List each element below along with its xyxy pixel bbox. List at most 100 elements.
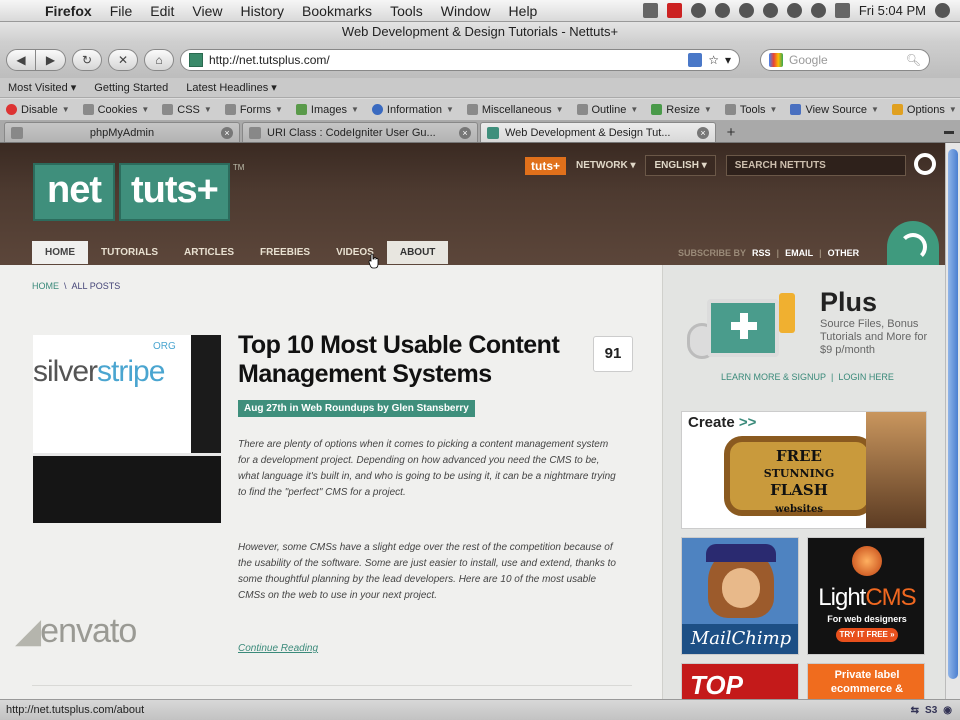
ad-top[interactable]: TOP [681, 663, 799, 699]
back-button[interactable]: ◀ [6, 49, 36, 71]
plus-link-sep: | [831, 372, 834, 382]
plus-cross-icon [731, 313, 757, 339]
tab-codeigniter[interactable]: URI Class : CodeIgniter User Gu... × [242, 122, 478, 142]
ad-mailchimp[interactable]: MailChimp [681, 537, 799, 655]
ad-private-label[interactable]: Private label ecommerce & [807, 663, 925, 699]
nav-tutorials[interactable]: TUTORIALS [88, 241, 171, 264]
tray-timemachine-icon[interactable] [738, 3, 754, 18]
status-firebug-icon[interactable]: ◉ [943, 705, 952, 716]
devtool-css[interactable]: CSS ▼ [162, 104, 212, 116]
url-dropdown-icon[interactable]: ▾ [725, 53, 731, 67]
breadcrumb-home[interactable]: HOME [32, 281, 59, 291]
menu-tools[interactable]: Tools [381, 3, 432, 19]
devtool-information[interactable]: Information ▼ [371, 104, 454, 116]
site-search-icon[interactable] [914, 153, 936, 175]
tab-list-icon[interactable]: ▬ [944, 126, 954, 137]
menu-edit[interactable]: Edit [141, 3, 183, 19]
forward-button[interactable]: ▶ [36, 49, 66, 71]
url-text[interactable]: http://net.tutsplus.com/ [209, 53, 682, 67]
bluetooth-icon[interactable] [762, 3, 778, 18]
tab-phpmyadmin[interactable]: phpMyAdmin × [4, 122, 240, 142]
network-dropdown[interactable]: NETWORK ▾ [576, 160, 635, 171]
tab-title: Web Development & Design Tut... [505, 126, 671, 139]
wifi-icon[interactable] [786, 3, 802, 18]
tab-close-icon[interactable]: × [221, 126, 233, 139]
ad-flash-websites[interactable]: Create >> FREE STUNNING FLASH websites [681, 411, 927, 529]
tab-close-icon[interactable]: × [459, 126, 471, 139]
devtool-options[interactable]: Options ▼ [891, 104, 957, 116]
post-title[interactable]: Top 10 Most Usable Content Management Sy… [238, 331, 588, 389]
menu-window[interactable]: Window [432, 3, 500, 19]
ad1-sign: FREE STUNNING FLASH websites [724, 436, 874, 516]
nav-home[interactable]: HOME [32, 241, 88, 264]
bookmark-star-icon[interactable]: ☆ [708, 53, 719, 67]
page-scrollbar[interactable] [945, 143, 960, 699]
web-developer-toolbar: Disable ▼ Cookies ▼ CSS ▼ Forms ▼ Images ▼ In… [0, 99, 960, 121]
tray-record-icon[interactable] [666, 3, 682, 18]
comment-count-badge[interactable]: 91 [593, 336, 633, 372]
nav-about[interactable]: ABOUT [386, 241, 449, 264]
post-thumbnail[interactable]: ORG silverstripe [33, 335, 221, 523]
rss-feed-icon[interactable] [887, 221, 939, 265]
tray-sync-icon[interactable] [690, 3, 706, 18]
bookmark-latest-headlines[interactable]: Latest Headlines ▾ [186, 81, 277, 94]
devtool-resize[interactable]: Resize ▼ [651, 104, 712, 116]
tuts-network-badge[interactable]: tuts+ [525, 156, 567, 175]
spotlight-icon[interactable] [935, 3, 950, 18]
new-tab-button[interactable]: + [718, 122, 744, 142]
subscribe-email[interactable]: EMAIL [785, 248, 813, 258]
status-addon-icon[interactable]: ⇆ [911, 705, 919, 716]
rss-feed-icon[interactable] [688, 53, 703, 67]
volume-icon[interactable] [810, 3, 826, 18]
menu-file[interactable]: File [101, 3, 142, 19]
menu-view[interactable]: View [183, 3, 231, 19]
stop-button[interactable]: ✕ [108, 49, 138, 71]
plus-title[interactable]: Plus [820, 287, 877, 318]
menu-history[interactable]: History [231, 3, 293, 19]
site-search-input[interactable]: SEARCH NETTUTS [725, 155, 906, 176]
devtool-tools[interactable]: Tools ▼ [724, 104, 777, 116]
menu-app[interactable]: Firefox [36, 3, 101, 19]
devtool-view-source[interactable]: View Source ▼ [790, 104, 879, 116]
nav-freebies[interactable]: FREEBIES [247, 241, 323, 264]
ad-lightcms[interactable]: LightCMS For web designers TRY IT FREE » [807, 537, 925, 655]
url-bar[interactable]: http://net.tutsplus.com/ ☆ ▾ [180, 49, 740, 71]
nav-articles[interactable]: ARTICLES [171, 241, 247, 264]
menubar-clock[interactable]: Fri 5:04 PM [859, 3, 926, 18]
continue-reading-link[interactable]: Continue Reading [238, 643, 318, 654]
tab-close-icon[interactable]: × [697, 126, 709, 139]
tab-nettuts[interactable]: Web Development & Design Tut... × [480, 122, 716, 142]
lightcms-try-button[interactable]: TRY IT FREE » [836, 628, 898, 642]
home-button[interactable]: ⌂ [144, 49, 174, 71]
subscribe-other[interactable]: OTHER [828, 248, 860, 258]
devtool-images[interactable]: Images ▼ [295, 104, 359, 116]
tab-title: phpMyAdmin [89, 126, 155, 139]
menu-help[interactable]: Help [500, 3, 547, 19]
menu-bookmarks[interactable]: Bookmarks [293, 3, 381, 19]
devtool-cookies[interactable]: Cookies ▼ [82, 104, 149, 116]
plus-promo-icon[interactable] [687, 293, 795, 377]
nettuts-logo[interactable]: net tuts+ TM [33, 163, 244, 221]
bookmark-getting-started[interactable]: Getting Started [94, 82, 168, 94]
tray-clock-icon[interactable] [714, 3, 730, 18]
google-engine-icon[interactable] [769, 53, 783, 67]
devtool-disable[interactable]: Disable ▼ [6, 104, 70, 116]
search-magnifier-icon[interactable]: 🔍︎ [906, 53, 921, 67]
status-s3-icon[interactable]: S3 [925, 705, 937, 716]
devtool-outline[interactable]: Outline ▼ [576, 104, 638, 116]
lamp-icon [852, 546, 882, 576]
devtool-forms[interactable]: Forms ▼ [224, 104, 283, 116]
subscribe-rss[interactable]: RSS [752, 248, 771, 258]
language-dropdown[interactable]: ENGLISH ▾ [645, 155, 716, 176]
scrollbar-thumb[interactable] [948, 149, 958, 679]
battery-icon[interactable] [834, 3, 850, 18]
plus-login-link[interactable]: LOGIN HERE [838, 372, 894, 382]
tab-favicon-icon [249, 126, 261, 139]
reload-button[interactable]: ↻ [72, 49, 102, 71]
tray-app-icon[interactable] [642, 3, 658, 18]
devtool-miscellaneous[interactable]: Miscellaneous ▼ [466, 104, 564, 116]
bookmark-most-visited[interactable]: Most Visited ▾ [8, 81, 76, 94]
forms-icon [224, 104, 236, 115]
search-bar[interactable]: Google 🔍︎ [760, 49, 930, 71]
plus-signup-link[interactable]: LEARN MORE & SIGNUP [721, 372, 826, 382]
